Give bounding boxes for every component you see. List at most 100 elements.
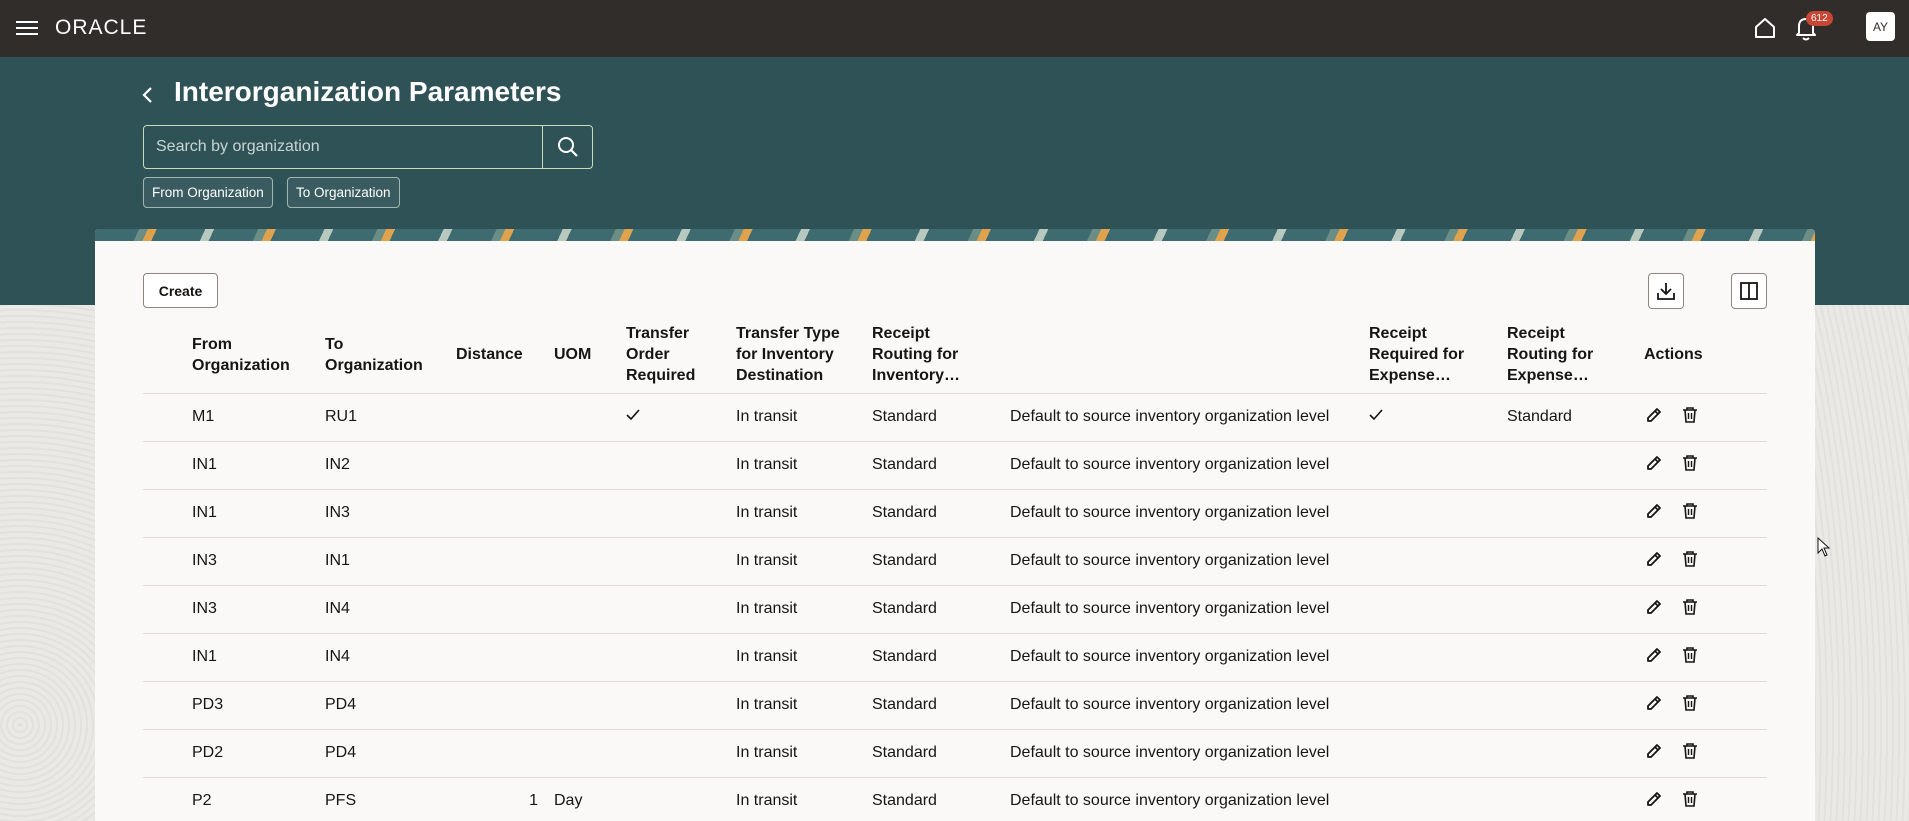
delete-icon[interactable] [1680, 405, 1700, 425]
row-spacer [143, 728, 184, 777]
cell-receipt-required-expense [1361, 440, 1499, 489]
cell-transfer-order-required [618, 392, 728, 441]
edit-icon[interactable] [1644, 645, 1664, 665]
header-from-organization[interactable]: From Organization [184, 317, 317, 393]
delete-icon[interactable] [1680, 501, 1700, 521]
table-row[interactable]: IN1 IN4 In transit Standard Default to sourc… [143, 632, 1767, 681]
cell-transfer-order-required [618, 776, 728, 821]
edit-icon[interactable] [1644, 501, 1664, 521]
delete-icon[interactable] [1680, 597, 1700, 617]
row-spacer [143, 584, 184, 633]
delete-icon[interactable] [1680, 645, 1700, 665]
edit-icon[interactable] [1644, 453, 1664, 473]
search-icon [557, 137, 578, 157]
cell-transfer-order-required [618, 680, 728, 729]
cell-receipt-routing-expense [1499, 632, 1636, 681]
row-spacer [143, 536, 184, 585]
cell-actions [1636, 440, 1767, 489]
edit-icon[interactable] [1644, 741, 1664, 761]
cell-receipt-required-expense [1361, 536, 1499, 585]
edit-icon[interactable] [1644, 597, 1664, 617]
delete-icon[interactable] [1680, 549, 1700, 569]
cell-default: Default to source inventory organization… [1002, 632, 1361, 681]
header-transfer-order-required[interactable]: Transfer Order Required [618, 317, 728, 393]
search-button[interactable] [542, 126, 592, 168]
cell-default: Default to source inventory organization… [1002, 584, 1361, 633]
delete-icon[interactable] [1680, 693, 1700, 713]
cell-from-organization: IN1 [184, 632, 317, 681]
delete-icon[interactable] [1680, 741, 1700, 761]
cell-receipt-routing-expense [1499, 776, 1636, 821]
delete-icon[interactable] [1680, 453, 1700, 473]
row-spacer [143, 440, 184, 489]
cell-distance [448, 680, 546, 729]
edit-icon[interactable] [1644, 789, 1664, 809]
cell-uom [546, 680, 618, 729]
cell-to-organization: IN1 [317, 536, 448, 585]
cell-to-organization: RU1 [317, 392, 448, 441]
cell-to-organization: PD4 [317, 728, 448, 777]
cell-from-organization: PD3 [184, 680, 317, 729]
delete-icon[interactable] [1680, 789, 1700, 809]
cell-receipt-required-expense [1361, 488, 1499, 537]
header-default [1002, 317, 1361, 393]
cell-distance [448, 488, 546, 537]
home-icon[interactable] [1752, 15, 1778, 41]
cell-receipt-routing: Standard [864, 392, 1002, 441]
top-bar: ORACLE 612 AY [0, 0, 1909, 57]
back-icon[interactable] [136, 82, 160, 108]
table-row[interactable]: IN3 IN4 In transit Standard Default to sourc… [143, 584, 1767, 633]
cell-transfer-type: In transit [728, 488, 864, 537]
cell-transfer-type: In transit [728, 680, 864, 729]
edit-icon[interactable] [1644, 693, 1664, 713]
cell-receipt-required-expense [1361, 392, 1499, 441]
create-button[interactable]: Create [143, 273, 218, 308]
cell-uom: Day [546, 776, 618, 821]
table-row[interactable]: M1 RU1 In transit Standard Default to source… [143, 392, 1767, 441]
header-receipt-routing-expense[interactable]: Receipt Routing for Expense… [1499, 317, 1636, 393]
table-row[interactable]: PD3 PD4 In transit Standard Default to sourc… [143, 680, 1767, 729]
cell-distance [448, 584, 546, 633]
edit-icon[interactable] [1644, 549, 1664, 569]
cell-distance [448, 632, 546, 681]
header-receipt-routing-inventory[interactable]: Receipt Routing for Inventory… [864, 317, 1002, 393]
edit-icon[interactable] [1644, 405, 1664, 425]
header-distance[interactable]: Distance [448, 317, 546, 393]
table-row[interactable]: IN3 IN1 In transit Standard Default to sourc… [143, 536, 1767, 585]
avatar[interactable]: AY [1866, 12, 1895, 41]
header-uom[interactable]: UOM [546, 317, 618, 393]
row-spacer [143, 392, 184, 441]
header-to-organization[interactable]: To Organization [317, 317, 448, 393]
filter-to-organization[interactable]: To Organization [287, 177, 400, 208]
cell-receipt-routing: Standard [864, 776, 1002, 821]
table-row[interactable]: IN1 IN3 In transit Standard Default to sourc… [143, 488, 1767, 537]
cell-uom [546, 632, 618, 681]
cell-actions [1636, 392, 1767, 441]
hamburger-icon[interactable] [14, 17, 40, 39]
oracle-logo[interactable]: ORACLE [55, 16, 147, 40]
cell-receipt-routing: Standard [864, 632, 1002, 681]
table-row[interactable]: P2 PFS 1 Day In transit Standard Default to so… [143, 776, 1767, 821]
row-spacer [143, 680, 184, 729]
cell-distance [448, 392, 546, 441]
cell-transfer-order-required [618, 536, 728, 585]
table-row[interactable]: PD2 PD4 In transit Standard Default to sourc… [143, 728, 1767, 777]
columns-button[interactable] [1731, 273, 1767, 309]
cell-receipt-routing-expense [1499, 680, 1636, 729]
columns-icon [1740, 282, 1758, 300]
header-transfer-type[interactable]: Transfer Type for Inventory Destination [728, 317, 864, 393]
table-row[interactable]: IN1 IN2 In transit Standard Default to sourc… [143, 440, 1767, 489]
header-spacer [143, 317, 184, 393]
filter-from-organization[interactable]: From Organization [143, 177, 273, 208]
cell-receipt-routing: Standard [864, 536, 1002, 585]
card-decoration [95, 229, 1815, 241]
cell-receipt-routing-expense [1499, 488, 1636, 537]
cell-receipt-required-expense [1361, 728, 1499, 777]
search-input[interactable] [144, 126, 542, 168]
header-receipt-required-expense[interactable]: Receipt Required for Expense… [1361, 317, 1499, 393]
cell-receipt-required-expense [1361, 680, 1499, 729]
cell-receipt-routing-expense [1499, 536, 1636, 585]
cell-to-organization: PD4 [317, 680, 448, 729]
download-button[interactable] [1648, 273, 1684, 309]
cell-distance [448, 536, 546, 585]
